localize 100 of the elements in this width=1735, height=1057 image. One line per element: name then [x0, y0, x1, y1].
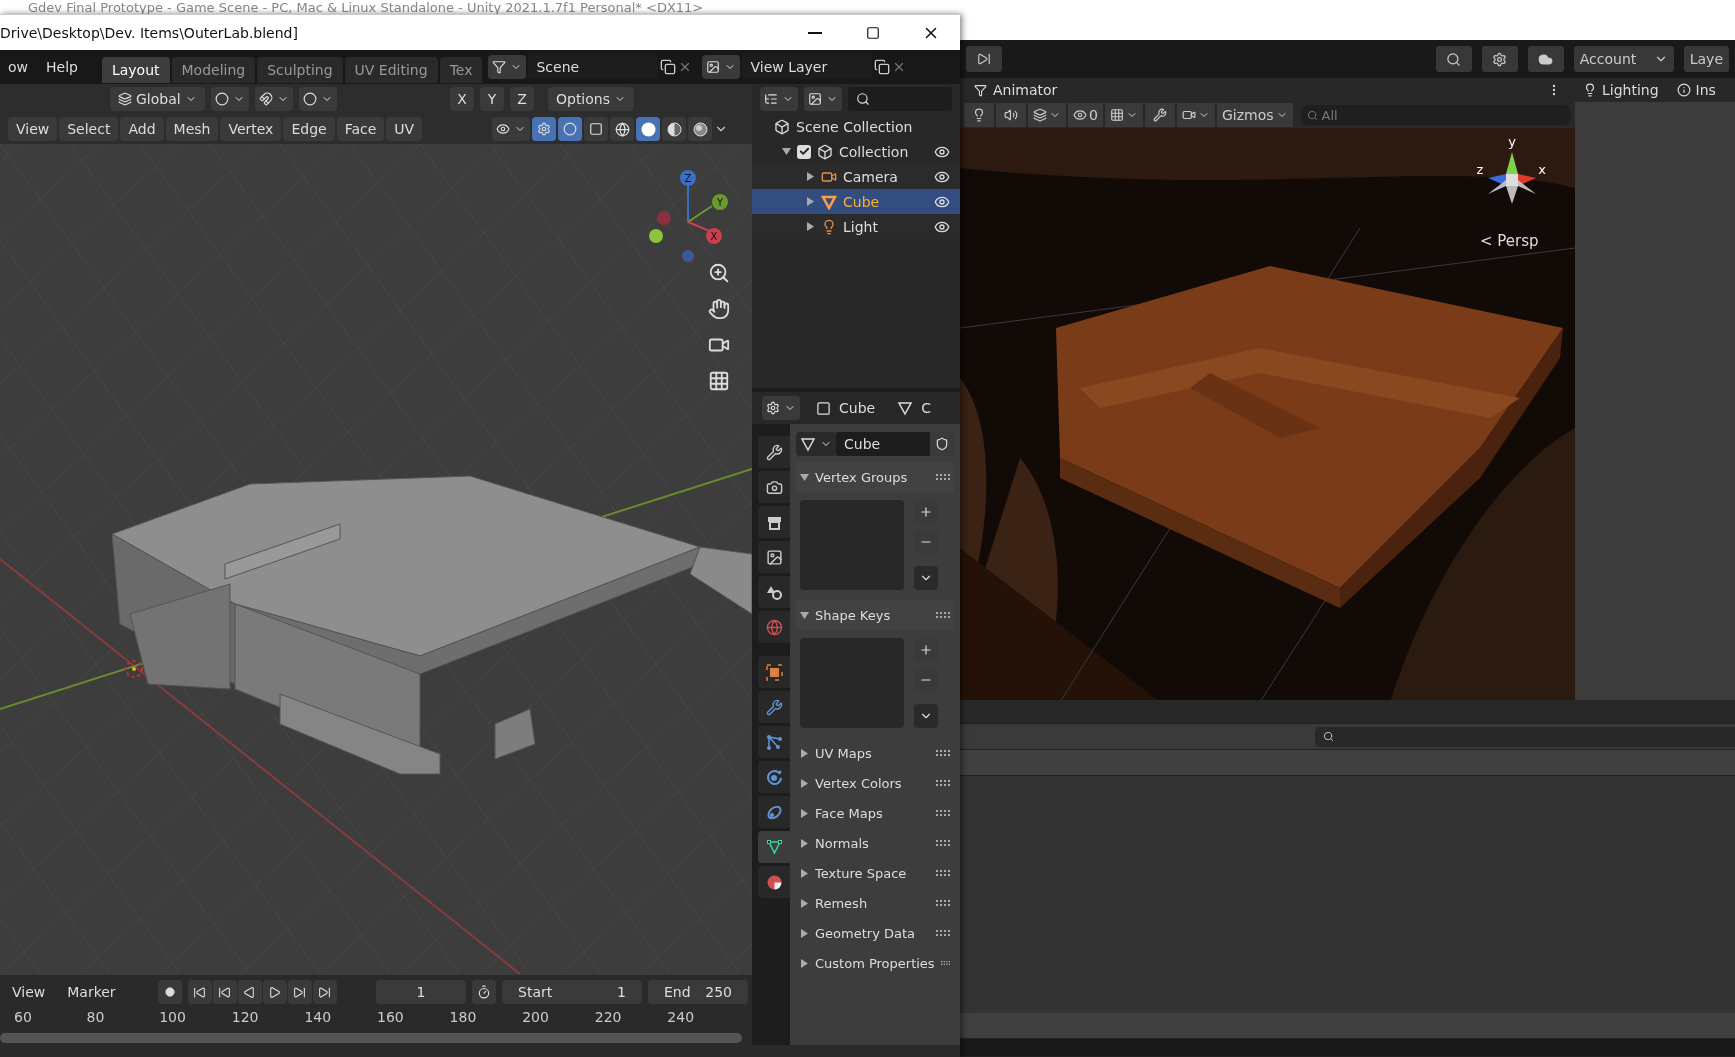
grid-icon[interactable]: [708, 370, 730, 392]
properties-tab[interactable]: [758, 866, 790, 898]
axis-handle[interactable]: Z: [680, 170, 696, 186]
properties-tab[interactable]: [758, 471, 790, 503]
projection-label[interactable]: < Persp: [1480, 232, 1539, 250]
scene-field[interactable]: Scene: [528, 55, 659, 79]
scrollbar[interactable]: [0, 1033, 742, 1043]
gizmos-dropdown[interactable]: Gizmos: [1216, 103, 1293, 127]
axis-handle[interactable]: X: [706, 228, 722, 244]
properties-tab[interactable]: [758, 436, 790, 468]
outliner-row[interactable]: Cube: [752, 189, 960, 214]
expand-arrow-icon[interactable]: [806, 172, 815, 181]
shading-button[interactable]: [662, 117, 686, 141]
account-dropdown[interactable]: Account: [1573, 46, 1674, 72]
expand-arrow-icon[interactable]: [806, 197, 815, 206]
visibility-dropdown[interactable]: [492, 117, 530, 141]
hidden-objects-toggle[interactable]: 0: [1068, 103, 1103, 127]
pivot-dropdown[interactable]: [210, 87, 249, 111]
properties-tab[interactable]: [758, 541, 790, 573]
menu-item[interactable]: Help: [38, 56, 86, 78]
axis-toggle[interactable]: Z: [509, 87, 534, 111]
record-button[interactable]: [157, 980, 182, 1004]
next-keyframe-button[interactable]: [287, 980, 312, 1004]
outliner-item[interactable]: Camera: [843, 168, 928, 185]
grid-dropdown[interactable]: [1104, 103, 1143, 127]
hand-icon[interactable]: [708, 298, 730, 320]
menu-button[interactable]: [914, 704, 938, 728]
options-dropdown[interactable]: Options: [547, 87, 634, 111]
panel-header[interactable]: Shape Keys: [796, 600, 954, 630]
axis-handle[interactable]: Y: [712, 194, 728, 210]
checkbox[interactable]: [797, 144, 811, 159]
workspace-tab[interactable]: UV Editing: [344, 57, 438, 83]
menu-button[interactable]: [914, 566, 938, 590]
menu-item[interactable]: Marker: [59, 981, 124, 1003]
layers-dropdown[interactable]: Laye: [1683, 46, 1729, 72]
panel-header[interactable]: Texture Space: [796, 858, 954, 888]
menu-item[interactable]: View: [4, 981, 54, 1003]
view-layer-field[interactable]: View Layer: [742, 55, 873, 79]
stopwatch-button[interactable]: [472, 980, 496, 1004]
panel-header[interactable]: Vertex Colors: [796, 768, 954, 798]
menu-item[interactable]: ow: [0, 56, 36, 78]
search-button[interactable]: [1435, 46, 1472, 72]
menu-item[interactable]: Vertex: [220, 117, 282, 141]
panel-header[interactable]: UV Maps: [796, 738, 954, 768]
expand-arrow-icon[interactable]: [782, 147, 791, 156]
cloud-button[interactable]: [1527, 46, 1564, 72]
mesh-name-field[interactable]: Cube: [836, 432, 930, 456]
menu-item[interactable]: Mesh: [165, 117, 219, 141]
editor-type-dropdown[interactable]: [762, 396, 800, 420]
properties-tab[interactable]: [758, 576, 790, 608]
workspace-tab[interactable]: Tex: [439, 57, 483, 83]
previous-keyframe-button[interactable]: [212, 980, 237, 1004]
shading-button[interactable]: [688, 117, 712, 141]
camera-dropdown[interactable]: [1176, 103, 1215, 127]
zoom-icon[interactable]: [708, 262, 730, 284]
step-button[interactable]: [966, 46, 1002, 72]
properties-tab[interactable]: [758, 831, 790, 863]
proportional-toggle[interactable]: [298, 87, 337, 111]
shading-button[interactable]: [636, 117, 660, 141]
lighting-toggle[interactable]: [964, 103, 994, 127]
menu-item[interactable]: Select: [59, 117, 119, 141]
jump-end-button[interactable]: [312, 980, 337, 1004]
tools-toggle[interactable]: [1144, 103, 1175, 127]
axis-toggle[interactable]: Y: [479, 87, 504, 111]
expand-arrow-icon[interactable]: [806, 222, 815, 231]
outliner-item[interactable]: Scene Collection: [796, 118, 960, 135]
play-reverse-button[interactable]: [237, 980, 262, 1004]
workspace-tab[interactable]: Layout: [101, 57, 170, 83]
search-field[interactable]: All: [1300, 105, 1571, 125]
orientation-gizmo-drawing[interactable]: [1488, 152, 1536, 204]
outliner-item[interactable]: Cube: [843, 193, 928, 210]
effects-dropdown[interactable]: [1028, 103, 1066, 127]
display-mode-dropdown[interactable]: [760, 87, 798, 111]
panel-header[interactable]: Remesh: [796, 888, 954, 918]
gizmo-toggle[interactable]: [532, 117, 556, 141]
axis-toggle[interactable]: X: [449, 87, 474, 111]
panel-header[interactable]: Face Maps: [796, 798, 954, 828]
panel-header[interactable]: Vertex Groups: [796, 462, 954, 492]
menu-item[interactable]: UV: [386, 117, 423, 141]
play-button[interactable]: [262, 980, 287, 1004]
panel-tab[interactable]: Animator: [993, 82, 1058, 98]
menu-item[interactable]: Add: [120, 117, 164, 141]
panel-header[interactable]: Custom Properties: [796, 948, 954, 978]
snap-toggle[interactable]: [254, 87, 293, 111]
workspace-tab[interactable]: Modeling: [171, 57, 256, 83]
data-browse-dropdown[interactable]: [796, 432, 836, 456]
filter-dropdown[interactable]: [804, 87, 842, 111]
menu-item[interactable]: Edge: [283, 117, 335, 141]
properties-tab[interactable]: [758, 506, 790, 538]
jump-start-button[interactable]: [187, 980, 212, 1004]
menu-item[interactable]: Face: [336, 117, 385, 141]
orientation-dropdown[interactable]: Global: [110, 87, 205, 111]
panel-header[interactable]: Geometry Data: [796, 918, 954, 948]
menu-item[interactable]: View: [8, 117, 58, 141]
end-frame-field[interactable]: End 250: [648, 980, 748, 1004]
outliner-item[interactable]: Light: [843, 218, 928, 235]
audio-toggle[interactable]: [996, 103, 1026, 127]
overlay-toggle[interactable]: [558, 117, 582, 141]
xray-toggle[interactable]: [584, 117, 608, 141]
outliner-item[interactable]: Collection: [839, 143, 928, 160]
